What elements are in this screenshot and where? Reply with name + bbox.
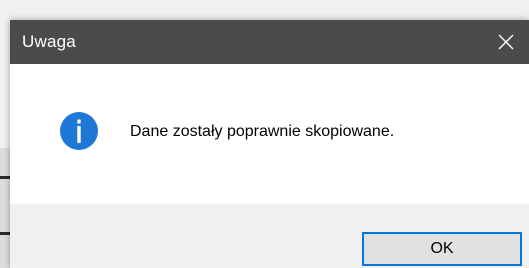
- message-dialog: Uwaga Dane zostały poprawnie skopiowane.…: [10, 20, 529, 268]
- close-button[interactable]: [483, 20, 529, 64]
- ok-button[interactable]: OK: [362, 232, 522, 266]
- background-window-mark: [0, 232, 10, 235]
- dialog-message: Dane zostały poprawnie skopiowane.: [130, 123, 395, 140]
- dialog-title: Uwaga: [22, 32, 76, 51]
- info-icon: [60, 112, 98, 150]
- dialog-titlebar[interactable]: Uwaga: [10, 20, 529, 64]
- dialog-content: Dane zostały poprawnie skopiowane.: [10, 64, 529, 204]
- close-icon: [498, 34, 514, 50]
- background-window-mark: [0, 176, 10, 179]
- dialog-footer: OK: [10, 204, 529, 268]
